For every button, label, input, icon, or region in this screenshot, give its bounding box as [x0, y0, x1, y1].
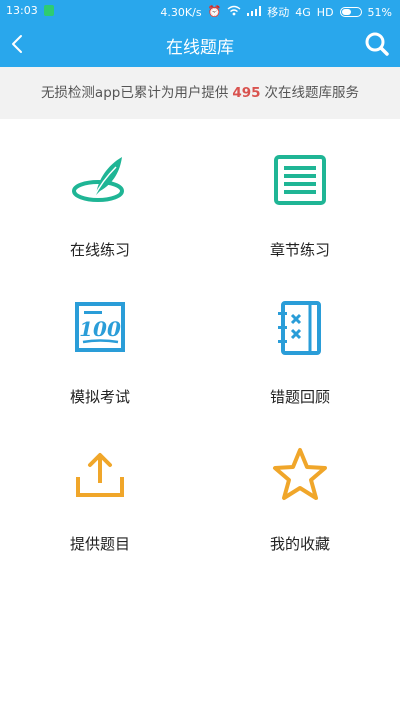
chevron-left-icon — [12, 35, 22, 53]
menu-submit-question[interactable]: 提供题目 — [0, 423, 200, 563]
status-bar: 13:03 4.30K/s ⏰ 移动 4G HD 51% — [0, 0, 400, 22]
notice-suffix: 次在线题库服务 — [264, 85, 360, 101]
signal-icon — [247, 5, 262, 19]
alarm-icon: ⏰ — [207, 5, 222, 18]
back-button[interactable] — [4, 28, 34, 60]
wrong-notebook-icon — [278, 301, 321, 355]
usage-notice: 无损检测app已累计为用户提供 495 次在线题库服务 — [0, 67, 400, 119]
list-icon — [274, 155, 326, 205]
app-notification-icon — [43, 5, 54, 16]
network-type: 4G — [295, 5, 311, 19]
menu-my-favorites[interactable]: 我的收藏 — [200, 423, 400, 563]
menu-label: 错题回顾 — [269, 388, 330, 406]
menu-label: 提供题目 — [69, 535, 130, 553]
battery-percent: 51% — [367, 5, 392, 19]
search-icon — [365, 32, 389, 56]
hd-indicator: HD — [316, 5, 334, 19]
menu-wrong-review[interactable]: 错题回顾 — [200, 276, 400, 416]
menu-online-practice[interactable]: 在线练习 — [0, 129, 200, 269]
menu-mock-exam[interactable]: 100 模拟考试 — [0, 276, 200, 416]
status-time: 13:03 — [6, 4, 38, 17]
wifi-icon — [227, 5, 241, 19]
star-icon — [273, 448, 327, 500]
network-speed: 4.30K/s — [160, 5, 202, 19]
upload-icon — [76, 453, 124, 497]
carrier-name: 移动 — [267, 6, 290, 19]
quill-icon — [72, 157, 124, 202]
page-title: 在线题库 — [166, 38, 234, 58]
title-bar: 在线题库 — [0, 22, 400, 67]
menu-chapter-practice[interactable]: 章节练习 — [200, 129, 400, 269]
exam-score-icon: 100 — [75, 302, 125, 352]
menu-label: 我的收藏 — [269, 535, 330, 553]
menu-label: 章节练习 — [269, 241, 330, 259]
battery-icon — [339, 7, 362, 17]
menu-label: 在线练习 — [69, 241, 130, 259]
notice-prefix: 无损检测app已累计为用户提供 — [40, 85, 229, 101]
menu-label: 模拟考试 — [69, 388, 130, 406]
service-count: 495 — [232, 85, 261, 101]
svg-text:100: 100 — [79, 317, 121, 341]
search-button[interactable] — [362, 29, 392, 59]
